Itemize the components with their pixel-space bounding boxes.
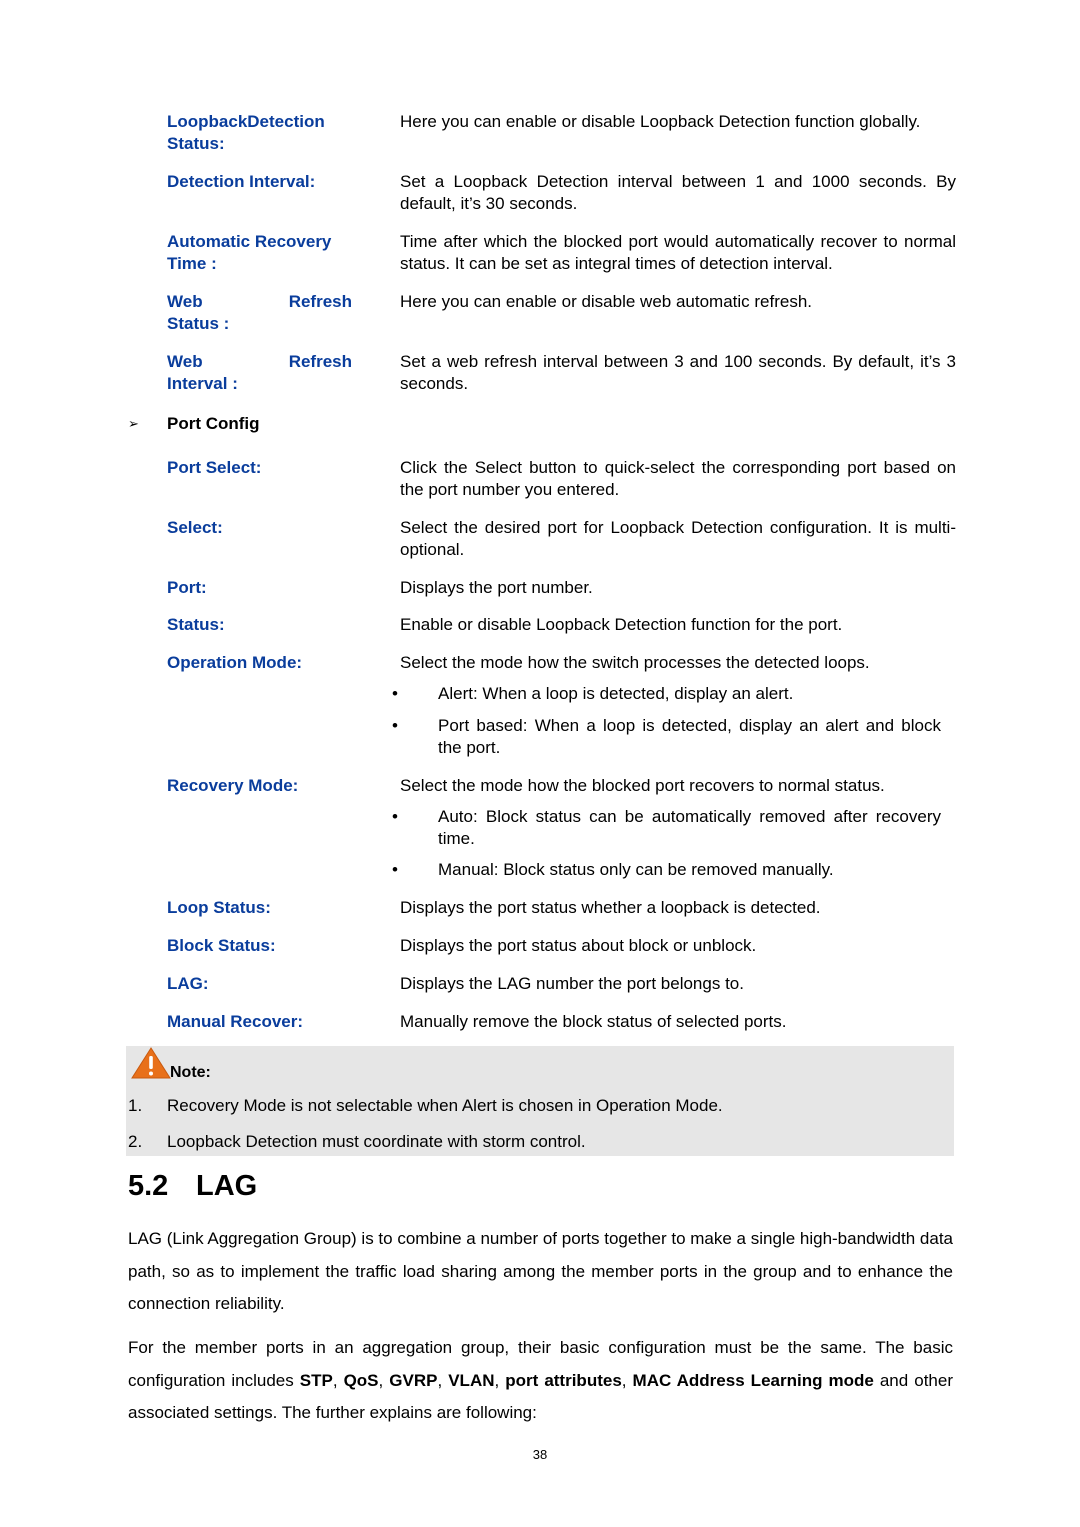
term: Recovery Mode: xyxy=(167,776,299,795)
text-run: , xyxy=(437,1370,449,1390)
term: Select: xyxy=(167,518,223,537)
def-web-refresh-status: Web Refresh Status : Here you can enable … xyxy=(167,291,957,335)
term: Web Refresh Interval : xyxy=(167,352,352,393)
term: Status: xyxy=(167,615,225,634)
description: Select the mode how the switch processes… xyxy=(400,653,870,672)
term: Port: xyxy=(167,578,207,597)
description: Manually remove the block status of sele… xyxy=(400,1012,787,1031)
description: Enable or disable Loopback Detection fun… xyxy=(400,615,843,634)
note-title: Note: xyxy=(170,1064,211,1081)
lag-config-paragraph: For the member ports in an aggregation g… xyxy=(128,1332,953,1430)
term: Operation Mode: xyxy=(167,653,303,672)
def-detection-interval: Detection Interval: Set a Loopback Detec… xyxy=(167,171,957,215)
term: Loop Status: xyxy=(167,898,271,917)
bullet-icon: • xyxy=(392,807,398,826)
description: Displays the port status about block or … xyxy=(400,936,757,955)
description: Select the mode how the blocked port rec… xyxy=(400,776,885,795)
description: Set a web refresh interval between 3 and… xyxy=(400,352,956,393)
bold-term: port attributes xyxy=(505,1370,622,1390)
description: Here you can enable or disable web autom… xyxy=(400,292,813,311)
description: Click the Select button to quick-select … xyxy=(400,458,956,499)
def-auto-recovery-time: Automatic Recovery Time : Time after whic… xyxy=(167,231,957,275)
term: Detection Interval: xyxy=(167,172,316,191)
text-run: , xyxy=(621,1370,633,1390)
bullet-icon: • xyxy=(392,860,398,879)
bold-term: GVRP xyxy=(389,1370,438,1390)
text-run: , xyxy=(332,1370,344,1390)
page-number: 38 xyxy=(532,1447,548,1462)
description: Displays the port status whether a loopb… xyxy=(400,898,821,917)
description: Select the desired port for Loopback Det… xyxy=(400,518,956,559)
warning-icon xyxy=(131,1047,171,1079)
def-loopback-status: LoopbackDetection Status: Here you can en… xyxy=(167,111,957,155)
section-heading: 5.2 LAG xyxy=(128,1170,257,1203)
bold-term: VLAN xyxy=(448,1370,495,1390)
term: Manual Recover: xyxy=(167,1012,304,1031)
term: Port Select: xyxy=(167,458,262,477)
section-number: 5.2 xyxy=(128,1170,169,1202)
lag-intro-paragraph: LAG (Link Aggregation Group) is to combi… xyxy=(128,1229,953,1313)
description: Time after which the blocked port would … xyxy=(400,232,956,273)
section-title: LAG xyxy=(196,1170,258,1202)
description: Set a Loopback Detection interval betwee… xyxy=(400,172,956,213)
text-run: , xyxy=(494,1370,506,1390)
bold-term: QoS xyxy=(343,1370,379,1390)
term: LAG: xyxy=(167,974,209,993)
term: Automatic Recovery Time : xyxy=(167,232,332,273)
bullet-icon: • xyxy=(392,716,398,735)
term: Block Status: xyxy=(167,936,276,955)
description: Displays the port number. xyxy=(400,578,593,597)
term: Web Refresh Status : xyxy=(167,292,352,333)
bold-term: MAC Address Learning mode xyxy=(632,1370,874,1390)
term: LoopbackDetection Status: xyxy=(167,112,325,153)
text-run: , xyxy=(378,1370,390,1390)
description: Displays the LAG number the port belongs… xyxy=(400,974,744,993)
arrow-bullet-icon: ➢ xyxy=(128,416,139,431)
description: Here you can enable or disable Loopback … xyxy=(400,112,921,131)
bold-term: STP xyxy=(299,1370,333,1390)
def-web-refresh-interval: Web Refresh Interval : Set a web refresh … xyxy=(167,351,957,395)
bullet-icon: • xyxy=(392,684,398,703)
